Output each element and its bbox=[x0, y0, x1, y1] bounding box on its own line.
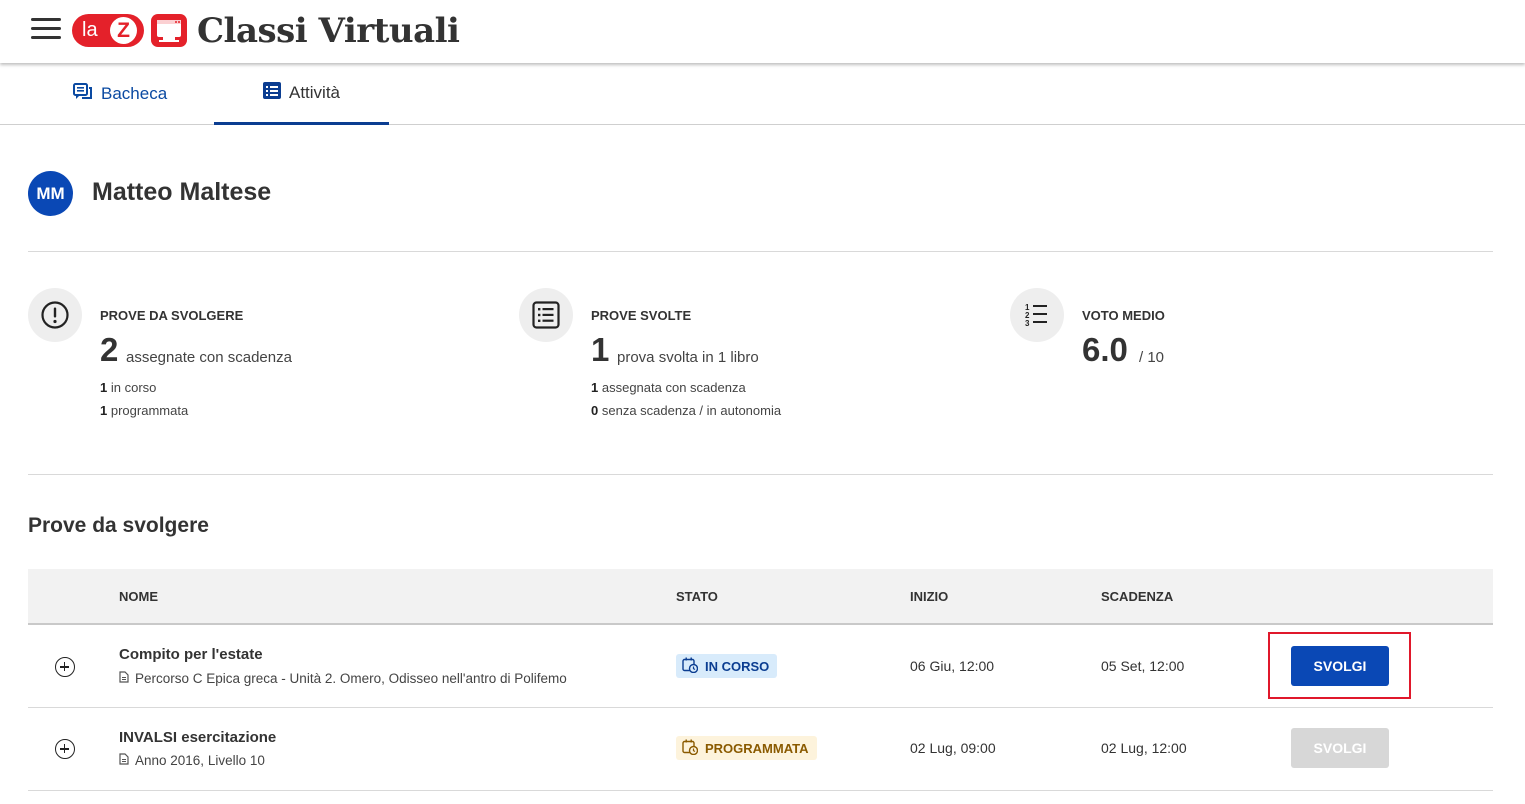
classi-virtuali-logo-icon bbox=[151, 14, 187, 47]
test-source-text: Anno 2016, Livello 10 bbox=[135, 753, 265, 768]
column-header-nome: NOME bbox=[119, 589, 158, 604]
stat-value-prove-da-svolgere: 2 bbox=[100, 331, 119, 368]
stat-value-prove-svolte: 1 bbox=[591, 331, 610, 368]
due-date: 05 Set, 12:00 bbox=[1101, 658, 1185, 674]
stat-value-voto-medio: 6.0 bbox=[1082, 331, 1128, 368]
test-source-text: Percorso C Epica greca - Unità 2. Omero,… bbox=[135, 671, 567, 686]
status-badge-label: PROGRAMMATA bbox=[705, 740, 809, 756]
status-badge: PROGRAMMATA bbox=[676, 736, 817, 760]
divider bbox=[28, 474, 1493, 475]
alert-circle-icon bbox=[28, 288, 82, 342]
tab-attivita-label: Attività bbox=[288, 82, 341, 102]
checklist-icon bbox=[519, 288, 573, 342]
column-header-scadenza: SCADENZA bbox=[1101, 589, 1174, 604]
tab-bar: Bacheca Attività bbox=[0, 63, 1525, 125]
stat-desc-prove-svolte: prova svolta in 1 libro bbox=[617, 349, 759, 366]
tab-bacheca-label: Bacheca bbox=[101, 84, 168, 103]
stat-scale-voto-medio: / 10 bbox=[1139, 349, 1165, 366]
section-title: Prove da svolgere bbox=[28, 514, 209, 537]
app-title: Classi Virtuali bbox=[197, 11, 460, 51]
menu-icon[interactable] bbox=[31, 18, 61, 40]
avatar: MM bbox=[28, 171, 73, 216]
test-source: Percorso C Epica greca - Unità 2. Omero,… bbox=[119, 671, 567, 686]
document-icon bbox=[119, 671, 129, 686]
expand-icon[interactable] bbox=[55, 739, 75, 759]
column-header-inizio: INIZIO bbox=[910, 589, 949, 604]
divider bbox=[28, 251, 1493, 252]
top-bar: la Z Classi Virtuali bbox=[0, 0, 1525, 63]
calendar-clock-icon bbox=[682, 739, 699, 758]
stat-detail-in-corso: 1 in corso bbox=[100, 380, 157, 395]
svg-text:3: 3 bbox=[1025, 319, 1030, 328]
column-header-stato: STATO bbox=[676, 589, 718, 604]
stat-detail-senza-scadenza: 0 senza scadenza / in autonomia bbox=[591, 403, 782, 418]
expand-icon[interactable] bbox=[55, 657, 75, 677]
stat-label-prove-da-svolgere: PROVE DA SVOLGERE bbox=[100, 308, 244, 323]
stat-detail-programmata: 1 programmata bbox=[100, 403, 189, 418]
test-name: Compito per l'estate bbox=[119, 646, 263, 663]
status-badge: IN CORSO bbox=[676, 654, 778, 678]
table-row: INVALSI esercitazione Anno 2016, Livello… bbox=[28, 708, 1493, 791]
test-name: INVALSI esercitazione bbox=[119, 729, 277, 746]
board-icon bbox=[73, 82, 93, 106]
numbered-list-icon: 123 bbox=[1010, 288, 1064, 342]
logo-z-text: Z bbox=[110, 17, 137, 44]
stat-label-voto-medio: VOTO MEDIO bbox=[1082, 308, 1165, 323]
table-header: NOME STATO INIZIO SCADENZA bbox=[28, 569, 1493, 625]
laz-logo[interactable]: la Z bbox=[72, 14, 144, 47]
tab-attivita[interactable]: Attività bbox=[214, 63, 389, 125]
stat-label-prove-svolte: PROVE SVOLTE bbox=[591, 308, 692, 323]
status-badge-label: IN CORSO bbox=[705, 658, 770, 674]
start-date: 06 Giu, 12:00 bbox=[910, 658, 995, 674]
tab-bacheca[interactable]: Bacheca bbox=[73, 63, 167, 125]
stat-detail-con-scadenza: 1 assegnata con scadenza bbox=[591, 380, 746, 395]
start-date: 02 Lug, 09:00 bbox=[910, 740, 996, 756]
logo-la-text: la bbox=[82, 19, 98, 41]
highlight-box bbox=[1268, 632, 1411, 699]
test-source: Anno 2016, Livello 10 bbox=[119, 753, 265, 768]
due-date: 02 Lug, 12:00 bbox=[1101, 740, 1187, 756]
svolgi-button-disabled: SVOLGI bbox=[1291, 728, 1389, 768]
stat-desc-prove-da-svolgere: assegnate con scadenza bbox=[126, 349, 292, 366]
list-icon bbox=[262, 81, 281, 104]
calendar-clock-icon bbox=[682, 657, 699, 676]
document-icon bbox=[119, 753, 129, 768]
user-name: Matteo Maltese bbox=[92, 178, 272, 206]
